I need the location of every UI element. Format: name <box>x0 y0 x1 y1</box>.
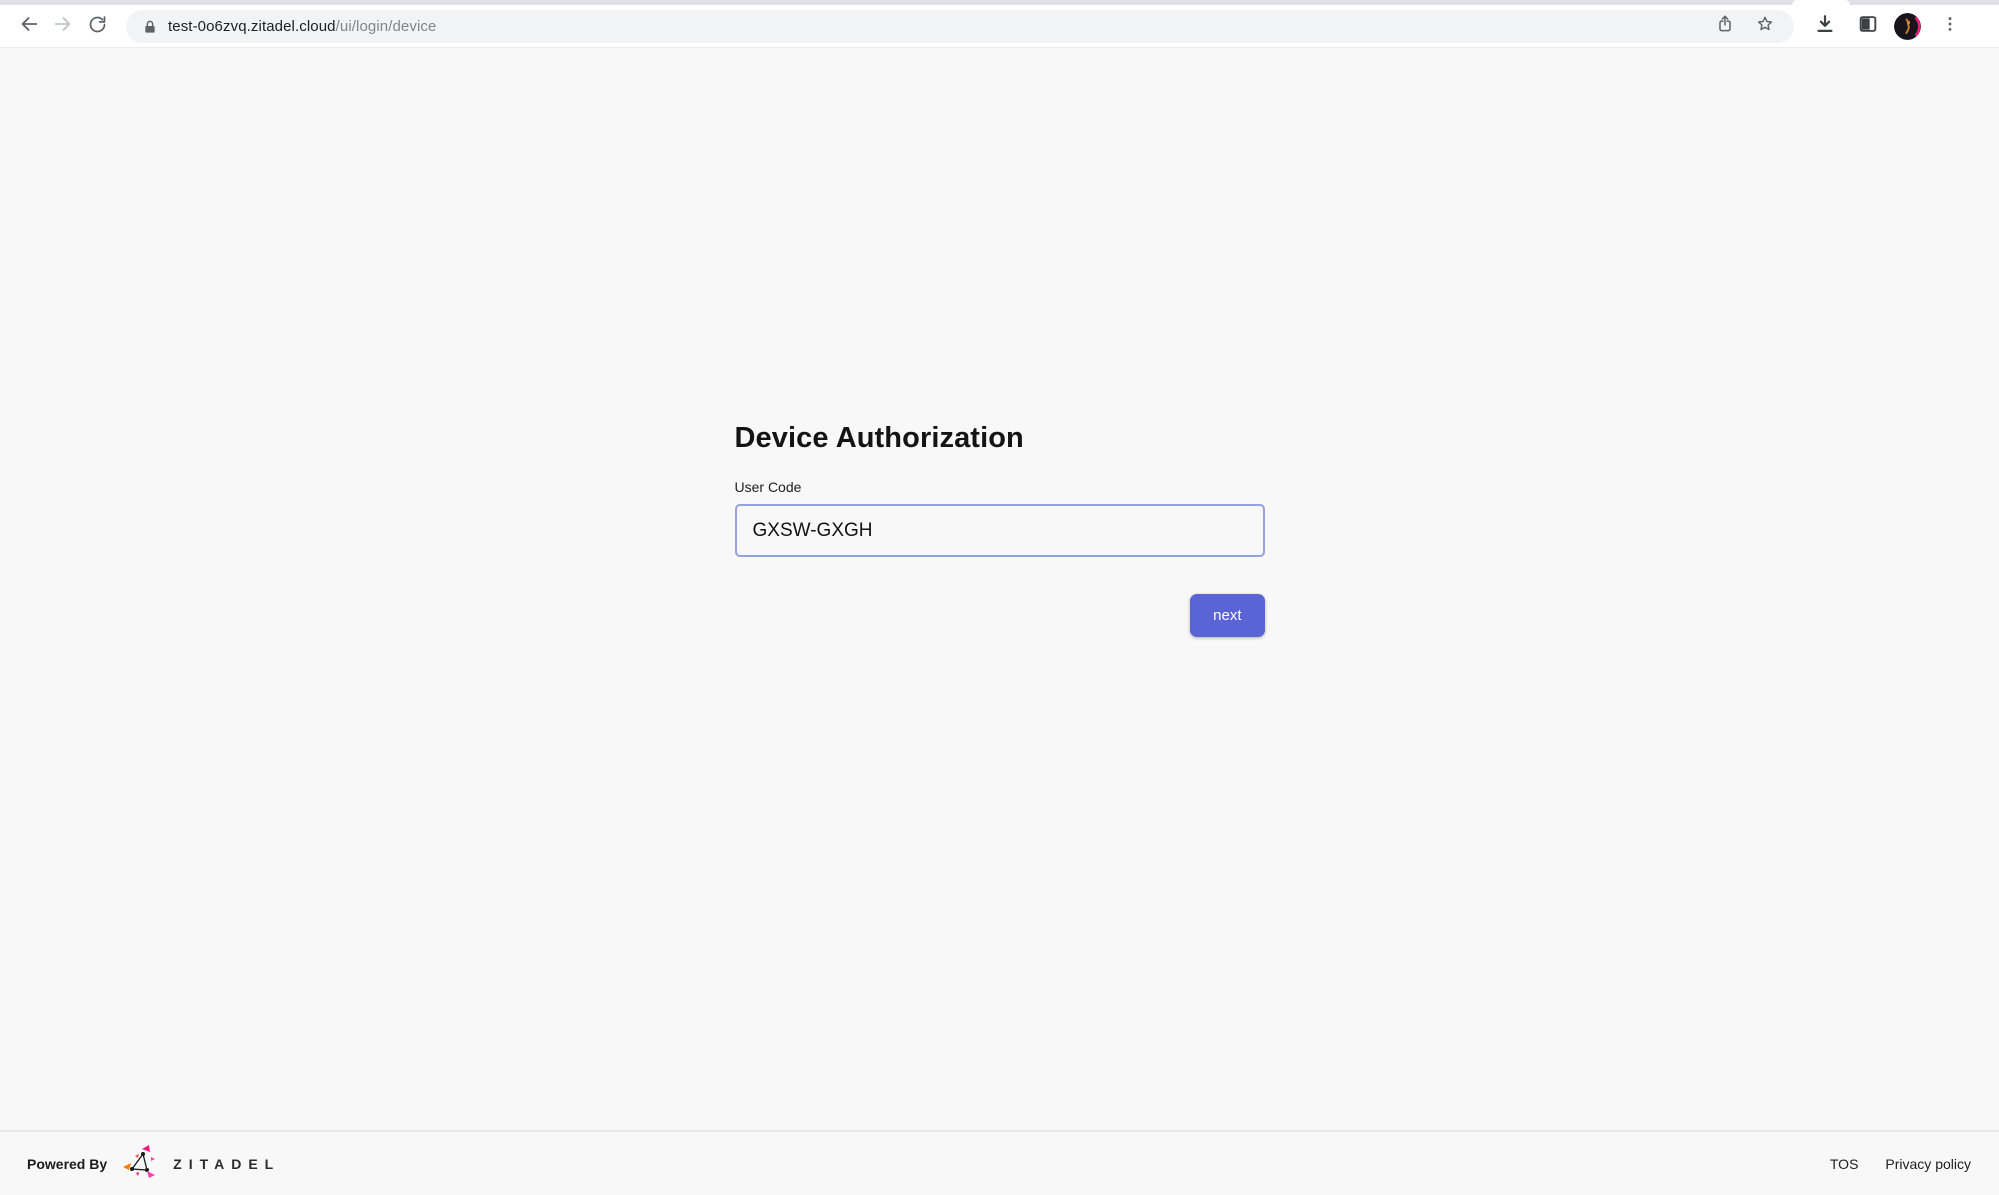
back-icon <box>18 13 40 40</box>
user-code-input[interactable] <box>735 504 1265 557</box>
zitadel-brand-link[interactable]: ZITADEL <box>121 1143 280 1185</box>
browser-menu-button[interactable] <box>1933 10 1967 44</box>
url-host: test-0o6zvq.zitadel.cloud <box>168 18 336 35</box>
url-path: /ui/login/device <box>336 18 437 35</box>
footer: Powered By <box>0 1130 1999 1195</box>
reload-button[interactable] <box>80 10 114 44</box>
next-button[interactable]: next <box>1190 594 1264 637</box>
zitadel-logo-icon <box>121 1143 163 1185</box>
share-button[interactable] <box>1710 12 1740 42</box>
downloads-button[interactable] <box>1808 10 1842 44</box>
url-text: test-0o6zvq.zitadel.cloud/ui/login/devic… <box>168 18 1710 35</box>
side-panel-button[interactable] <box>1851 10 1885 44</box>
device-auth-card: Device Authorization User Code next <box>735 48 1265 637</box>
login-page: Device Authorization User Code next <box>0 48 1999 1130</box>
avatar-image <box>1894 13 1921 40</box>
page-title: Device Authorization <box>735 419 1265 458</box>
star-icon <box>1755 14 1775 39</box>
back-button[interactable] <box>12 10 46 44</box>
reload-icon <box>87 14 108 40</box>
lock-icon <box>142 19 158 35</box>
forward-icon <box>52 13 74 40</box>
privacy-policy-link[interactable]: Privacy policy <box>1885 1156 1971 1172</box>
user-code-label: User Code <box>735 479 1265 495</box>
share-icon <box>1715 14 1735 39</box>
tos-link[interactable]: TOS <box>1830 1156 1859 1172</box>
profile-avatar[interactable] <box>1894 13 1921 40</box>
powered-by-label: Powered By <box>27 1156 107 1172</box>
bookmark-button[interactable] <box>1750 12 1780 42</box>
download-icon <box>1814 13 1836 40</box>
browser-toolbar: test-0o6zvq.zitadel.cloud/ui/login/devic… <box>0 0 1999 48</box>
side-panel-icon <box>1857 13 1879 40</box>
zitadel-wordmark: ZITADEL <box>173 1156 280 1172</box>
menu-dots-icon <box>1940 14 1960 39</box>
forward-button[interactable] <box>46 10 80 44</box>
url-bar[interactable]: test-0o6zvq.zitadel.cloud/ui/login/devic… <box>126 10 1794 43</box>
